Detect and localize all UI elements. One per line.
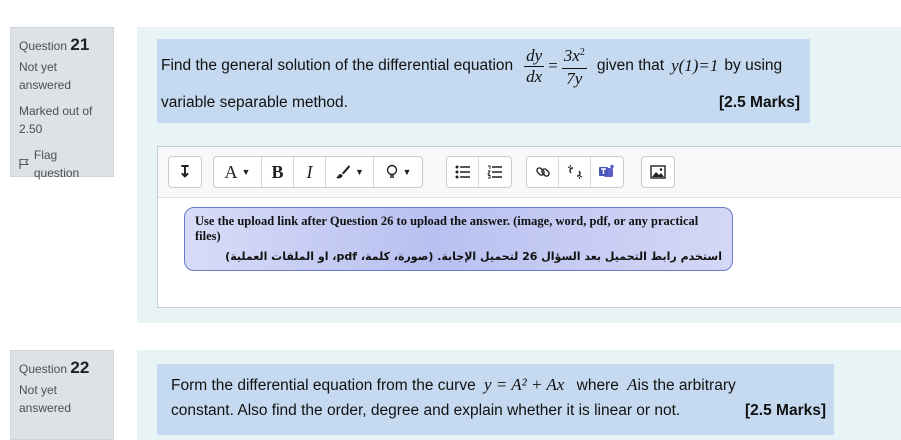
editor-toolbar: ↧ A ▼ B I ▼ ▼ bbox=[158, 147, 901, 198]
italic-button[interactable]: I bbox=[294, 157, 326, 187]
chevron-down-icon: ▼ bbox=[241, 167, 251, 177]
question-line-1: Find the general solution of the differe… bbox=[161, 43, 782, 89]
chevron-down-icon: ▼ bbox=[355, 167, 364, 177]
lightbulb-icon bbox=[386, 164, 397, 178]
numbered-list-icon bbox=[487, 165, 502, 179]
unordered-list-button[interactable] bbox=[447, 157, 479, 187]
toolbar-group-style: A ▼ B I ▼ ▼ bbox=[213, 156, 423, 188]
toolbar-group-links bbox=[526, 156, 624, 188]
curve-equation: y = A² + Ax bbox=[484, 375, 565, 394]
question-text-part: given that bbox=[596, 57, 665, 74]
image-icon bbox=[650, 165, 666, 179]
note-arabic: استخدم رابط التحميل بعد السؤال 26 لتحميل… bbox=[225, 250, 722, 263]
question-text-part: is the arbitrary bbox=[637, 377, 736, 394]
arbitrary-constant: A bbox=[627, 375, 638, 394]
question-label: Question bbox=[19, 362, 68, 376]
bullet-list-icon bbox=[455, 165, 470, 179]
question-label: Question bbox=[19, 39, 68, 53]
question-text-21: Find the general solution of the differe… bbox=[157, 39, 810, 123]
font-style-button[interactable]: A ▼ bbox=[214, 157, 262, 187]
collapse-icon: ↧ bbox=[178, 164, 192, 181]
exponent: 2 bbox=[579, 47, 585, 59]
question-text-part: Find the general solution of the differe… bbox=[161, 57, 514, 74]
teams-button[interactable] bbox=[591, 157, 623, 187]
question-line-2: constant. Also find the order, degree an… bbox=[171, 402, 681, 419]
question-number: 21 bbox=[70, 35, 90, 54]
question-text-22: Form the differential equation from the … bbox=[157, 364, 834, 435]
unlink-button[interactable] bbox=[559, 157, 591, 187]
question-text-part: Form the differential equation from the … bbox=[171, 377, 476, 394]
fraction-numerator: dy bbox=[524, 45, 545, 67]
ordered-list-button[interactable] bbox=[479, 157, 511, 187]
question-text-part: by using bbox=[724, 57, 783, 74]
marks-label: [2.5 Marks] bbox=[719, 94, 800, 111]
note-english: Use the upload link after Question 26 to… bbox=[195, 214, 699, 243]
toolbar-group-collapse: ↧ bbox=[168, 156, 202, 188]
fraction-denominator: dx bbox=[526, 66, 543, 86]
toolbar-group-lists bbox=[446, 156, 512, 188]
initial-condition: y(1)=1 bbox=[671, 56, 719, 75]
flag-icon bbox=[19, 159, 29, 169]
question-info-22: Question 22 Not yet answered bbox=[10, 350, 114, 440]
bold-icon: B bbox=[271, 161, 284, 182]
question-state: Not yet answered bbox=[19, 60, 72, 92]
text-color-button[interactable]: ▼ bbox=[326, 157, 374, 187]
italic-icon: I bbox=[306, 161, 313, 182]
equals-sign: = bbox=[548, 56, 558, 75]
fraction-denominator: 7y bbox=[566, 68, 583, 88]
question-info-21: Question 21 Not yet answered Marked out … bbox=[10, 27, 114, 180]
question-text-part: where bbox=[576, 377, 619, 394]
paint-brush-icon bbox=[336, 165, 351, 179]
font-icon: A bbox=[224, 161, 238, 182]
teams-icon bbox=[599, 164, 614, 177]
fraction-numerator: 3x bbox=[563, 46, 580, 66]
question-state: Not yet answered bbox=[19, 383, 72, 415]
marks-label: [2.5 Marks] bbox=[745, 402, 826, 419]
rhs-fraction: 3x2 7y bbox=[561, 43, 587, 88]
toolbar-group-media bbox=[641, 156, 675, 188]
insert-image-button[interactable] bbox=[642, 157, 674, 187]
unlink-icon bbox=[567, 164, 582, 180]
collapse-toolbar-button[interactable]: ↧ bbox=[169, 157, 201, 187]
question-line-1: Form the differential equation from the … bbox=[171, 375, 736, 395]
upload-instructions-note: Use the upload link after Question 26 to… bbox=[184, 207, 733, 271]
derivative-fraction: dy dx bbox=[524, 45, 545, 87]
link-button[interactable] bbox=[527, 157, 559, 187]
chevron-down-icon: ▼ bbox=[402, 167, 412, 177]
question-line-2: variable separable method. bbox=[161, 94, 348, 111]
question-grade: Marked out of 2.50 bbox=[19, 104, 93, 136]
flag-question-button[interactable]: Flag question bbox=[19, 146, 105, 182]
flag-question-label: Flag question bbox=[33, 148, 80, 180]
question-number: 22 bbox=[70, 358, 90, 377]
link-icon bbox=[535, 167, 550, 177]
highlight-button[interactable]: ▼ bbox=[374, 157, 422, 187]
answer-editor[interactable]: ↧ A ▼ B I ▼ ▼ Use the upload link after … bbox=[157, 146, 901, 308]
bold-button[interactable]: B bbox=[262, 157, 294, 187]
